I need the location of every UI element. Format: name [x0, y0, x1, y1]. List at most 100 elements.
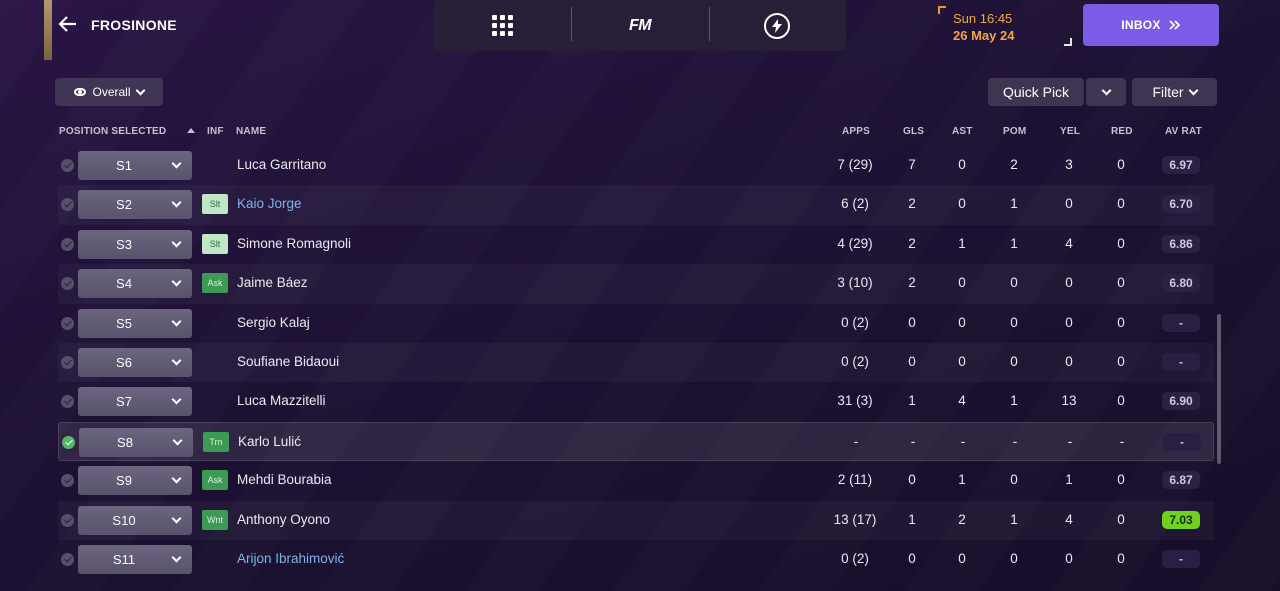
column-header-av-rat[interactable]: AV RAT — [1165, 126, 1202, 137]
pom-value: 0 — [1010, 550, 1018, 566]
player-name[interactable]: Kaio Jorge — [237, 196, 302, 211]
sort-ascending-icon[interactable] — [187, 128, 195, 133]
position-dropdown[interactable]: S1 — [78, 151, 192, 180]
player-name[interactable]: Soufiane Bidaoui — [237, 354, 339, 369]
table-row[interactable]: S11 Arijon Ibrahimović 0 (2) 0 0 0 0 0- — [58, 540, 1214, 579]
red-cards-value: 0 — [1117, 275, 1125, 291]
quick-pick-button[interactable]: Quick Pick — [988, 78, 1084, 106]
chevron-down-icon — [171, 473, 182, 484]
player-name[interactable]: Simone Romagnoli — [237, 236, 351, 251]
position-label: S7 — [116, 394, 132, 410]
player-name[interactable]: Luca Mazzitelli — [237, 393, 326, 408]
apps-value: 4 (29) — [837, 235, 873, 251]
yellow-cards-value: 0 — [1065, 550, 1073, 566]
position-dropdown[interactable]: S6 — [78, 347, 192, 377]
column-header-name[interactable]: NAME — [236, 126, 266, 137]
table-row[interactable]: S6 Soufiane Bidaoui 0 (2) 0 0 0 0 0- — [58, 343, 1214, 382]
player-name[interactable]: Luca Garritano — [237, 157, 326, 172]
table-row[interactable]: S3 Slt Simone Romagnoli 4 (29) 2 1 1 4 0 6.86 — [58, 225, 1214, 264]
position-label: S10 — [112, 512, 136, 528]
inbox-button[interactable]: INBOX — [1083, 4, 1219, 46]
table-scrollbar[interactable] — [1217, 314, 1221, 464]
club-name[interactable]: FROSINONE — [91, 17, 177, 33]
row-select-checkbox[interactable] — [61, 198, 74, 212]
column-header-red[interactable]: RED — [1111, 126, 1133, 137]
chevron-down-icon — [1101, 85, 1111, 95]
apps-value: 3 (10) — [837, 275, 873, 291]
position-dropdown[interactable]: S11 — [78, 544, 192, 574]
apps-value: 0 (2) — [841, 314, 869, 330]
position-label: S4 — [116, 276, 132, 292]
interest-badge: Ask — [202, 273, 228, 294]
row-select-checkbox[interactable] — [61, 237, 74, 251]
fm-logo: FM — [628, 16, 652, 34]
table-row[interactable]: S5 Sergio Kalaj 0 (2) 0 0 0 0 0- — [58, 304, 1214, 343]
position-dropdown[interactable]: S8 — [79, 427, 193, 457]
player-name[interactable]: Karlo Lulić — [238, 434, 301, 449]
position-dropdown[interactable]: S10 — [78, 505, 192, 535]
position-dropdown[interactable]: S5 — [78, 308, 192, 338]
menu-grid-button[interactable] — [434, 0, 571, 51]
red-cards-value: 0 — [1117, 550, 1125, 566]
row-select-checkbox[interactable] — [61, 474, 74, 488]
position-dropdown[interactable]: S9 — [78, 466, 192, 496]
column-header-pom[interactable]: POM — [1003, 126, 1026, 137]
red-cards-value: 0 — [1117, 511, 1125, 527]
row-select-checkbox[interactable] — [61, 355, 74, 369]
table-row[interactable]: S4 Ask Jaime Báez 3 (10) 2 0 0 0 0 6.80 — [58, 264, 1214, 303]
table-row[interactable]: S2 Slt Kaio Jorge 6 (2) 2 0 1 0 0 6.70 — [58, 185, 1214, 224]
column-header-apps[interactable]: APPS — [842, 126, 870, 137]
pom-value: - — [1012, 433, 1018, 449]
player-name[interactable]: Jaime Báez — [237, 275, 308, 290]
column-header-gls[interactable]: GLS — [903, 126, 924, 137]
table-row[interactable]: S8 Trn Karlo Lulić - - - - - - - — [58, 421, 1214, 462]
yellow-cards-value: 0 — [1065, 275, 1073, 291]
column-header-position[interactable]: POSITION SELECTED — [59, 126, 166, 137]
position-dropdown[interactable]: S3 — [78, 229, 192, 259]
position-label: S5 — [116, 315, 132, 331]
row-select-checkbox[interactable] — [61, 552, 74, 566]
squad-table: S1 Luca Garritano 7 (29) 7 0 2 3 0 6.97 S2 Slt Kai… — [58, 146, 1214, 579]
table-row[interactable]: S7 Luca Mazzitelli 31 (3) 1 4 1 13 0 6.90 — [58, 382, 1214, 421]
player-name[interactable]: Arijon Ibrahimović — [237, 551, 344, 566]
row-select-checkbox[interactable] — [61, 316, 74, 330]
pom-value: 0 — [1010, 314, 1018, 330]
yellow-cards-value: 0 — [1065, 196, 1073, 212]
average-rating-badge: 6.90 — [1162, 392, 1200, 411]
position-dropdown[interactable]: S2 — [78, 190, 192, 220]
table-row[interactable]: S1 Luca Garritano 7 (29) 7 0 2 3 0 6.97 — [58, 146, 1214, 185]
table-row[interactable]: S10 Wnt Anthony Oyono 13 (17) 1 2 1 4 0 7.03 — [58, 501, 1214, 540]
interest-badge: Wnt — [202, 509, 228, 530]
table-row[interactable]: S9 Ask Mehdi Bourabia 2 (11) 0 1 0 1 0 6.87 — [58, 461, 1214, 500]
row-select-checkbox[interactable] — [61, 513, 74, 527]
yellow-cards-value: - — [1067, 433, 1073, 449]
assists-value: 0 — [958, 550, 966, 566]
player-name[interactable]: Sergio Kalaj — [237, 315, 310, 330]
fm-home-button[interactable]: FM — [571, 0, 708, 51]
column-header-yel[interactable]: YEL — [1060, 126, 1080, 137]
pom-value: 2 — [1010, 157, 1018, 172]
view-selector-button[interactable]: Overall — [55, 78, 163, 106]
player-name[interactable]: Mehdi Bourabia — [237, 472, 332, 487]
red-cards-value: 0 — [1117, 157, 1125, 172]
column-header-inf[interactable]: INF — [207, 126, 224, 137]
player-name[interactable]: Anthony Oyono — [237, 512, 330, 527]
row-select-checkbox[interactable] — [61, 159, 74, 172]
game-date[interactable]: Sun 16:45 26 May 24 — [938, 6, 1072, 46]
pom-value: 0 — [1010, 353, 1018, 369]
column-header-ast[interactable]: AST — [952, 126, 973, 137]
filter-label: Filter — [1152, 84, 1184, 100]
quick-action-button[interactable] — [708, 0, 846, 51]
position-dropdown[interactable]: S7 — [78, 387, 192, 417]
filter-button[interactable]: Filter — [1132, 78, 1217, 106]
row-select-checkbox[interactable] — [61, 395, 74, 409]
chevron-down-icon — [171, 552, 182, 563]
row-select-checkbox[interactable] — [61, 277, 74, 291]
position-dropdown[interactable]: S4 — [78, 269, 192, 299]
club-color-tab — [44, 0, 52, 60]
red-cards-value: 0 — [1117, 353, 1125, 369]
quick-pick-dropdown-button[interactable] — [1086, 78, 1126, 106]
row-select-checkbox[interactable] — [62, 435, 75, 449]
back-arrow-icon[interactable] — [58, 14, 78, 36]
assists-value: - — [960, 433, 966, 449]
